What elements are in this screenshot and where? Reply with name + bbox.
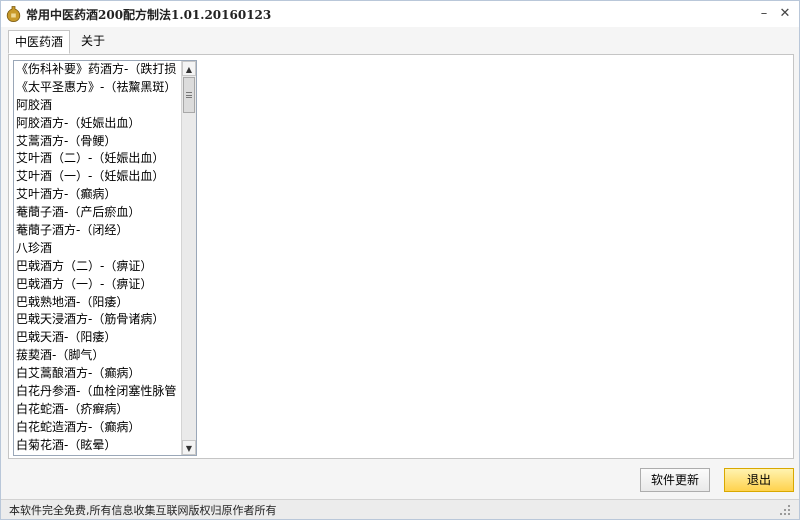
status-bar: 本软件完全免费,所有信息收集互联网版权归原作者所有 [1,499,799,519]
list-item[interactable]: 《伤科补要》药酒方-（跌打损 [14,61,181,79]
list-item[interactable]: 白花丹参酒-（血栓闭塞性脉管 [14,383,181,401]
status-text: 本软件完全免费,所有信息收集互联网版权归原作者所有 [9,504,277,517]
minimize-button[interactable]: – [755,5,773,23]
list-item[interactable]: 巴戟天浸酒方-（筋骨诸病） [14,311,181,329]
recipe-list: 《伤科补要》药酒方-（跌打损 《太平圣惠方》-（祛黧黑斑） 阿胶酒 阿胶酒方-（… [14,61,181,455]
close-button[interactable]: ✕ [776,5,794,23]
main-panel: 《伤科补要》药酒方-（跌打损 《太平圣惠方》-（祛黧黑斑） 阿胶酒 阿胶酒方-（… [8,54,794,459]
list-item[interactable]: 艾叶酒（二）-（妊娠出血） [14,150,181,168]
title-bar[interactable]: 常用中医药酒200配方制法1.01.20160123 – ✕ [1,1,799,27]
tab-strip: 中医药酒 关于 [1,27,799,55]
resize-grip-icon[interactable] [779,504,791,516]
list-item[interactable]: 艾蒿酒方-（骨鲠） [14,133,181,151]
list-item[interactable]: 巴戟天酒-（阳痿） [14,329,181,347]
exit-button[interactable]: 退出 [724,468,794,492]
list-item[interactable]: 白菊花酒-（眩晕） [14,437,181,455]
list-item[interactable]: 白花蛇造酒方-（癫病） [14,419,181,437]
tab-about[interactable]: 关于 [75,30,111,54]
app-window: 常用中医药酒200配方制法1.01.20160123 – ✕ 中医药酒 关于 《… [0,0,800,520]
recipe-listbox[interactable]: 《伤科补要》药酒方-（跌打损 《太平圣惠方》-（祛黧黑斑） 阿胶酒 阿胶酒方-（… [13,60,197,456]
scroll-thumb[interactable] [183,77,195,113]
list-item[interactable]: 巴戟酒方（一）-（痹证） [14,276,181,294]
window-title: 常用中医药酒200配方制法1.01.20160123 [26,8,272,22]
list-item[interactable]: 阿胶酒方-（妊娠出血） [14,115,181,133]
list-item[interactable]: 白花蛇酒-（疥癣病） [14,401,181,419]
list-item[interactable]: 艾叶酒（一）-（妊娠出血） [14,168,181,186]
list-item[interactable]: 菴蕳子酒-（产后瘀血） [14,204,181,222]
recipe-detail-area[interactable] [200,60,789,456]
list-item[interactable]: 巴戟酒方（二）-（痹证） [14,258,181,276]
list-scrollbar[interactable]: ▲ ▼ [181,61,196,455]
list-item[interactable]: 菴蕳子酒方-（闭经） [14,222,181,240]
software-update-button[interactable]: 软件更新 [640,468,710,492]
list-item[interactable]: 《太平圣惠方》-（祛黧黑斑） [14,79,181,97]
list-item[interactable]: 巴戟熟地酒-（阳痿） [14,294,181,312]
list-item[interactable]: 阿胶酒 [14,97,181,115]
scroll-up-arrow-icon[interactable]: ▲ [182,61,196,76]
grip-icon [186,92,192,98]
list-item[interactable]: 艾叶酒方-（癫病） [14,186,181,204]
list-item[interactable]: 菝葜酒-（脚气） [14,347,181,365]
tab-medicinal-wine[interactable]: 中医药酒 [8,30,71,54]
list-item[interactable]: 八珍酒 [14,240,181,258]
list-item[interactable]: 白艾蒿酿酒方-（癫病） [14,365,181,383]
scroll-down-arrow-icon[interactable]: ▼ [182,440,196,455]
app-icon [6,6,21,22]
